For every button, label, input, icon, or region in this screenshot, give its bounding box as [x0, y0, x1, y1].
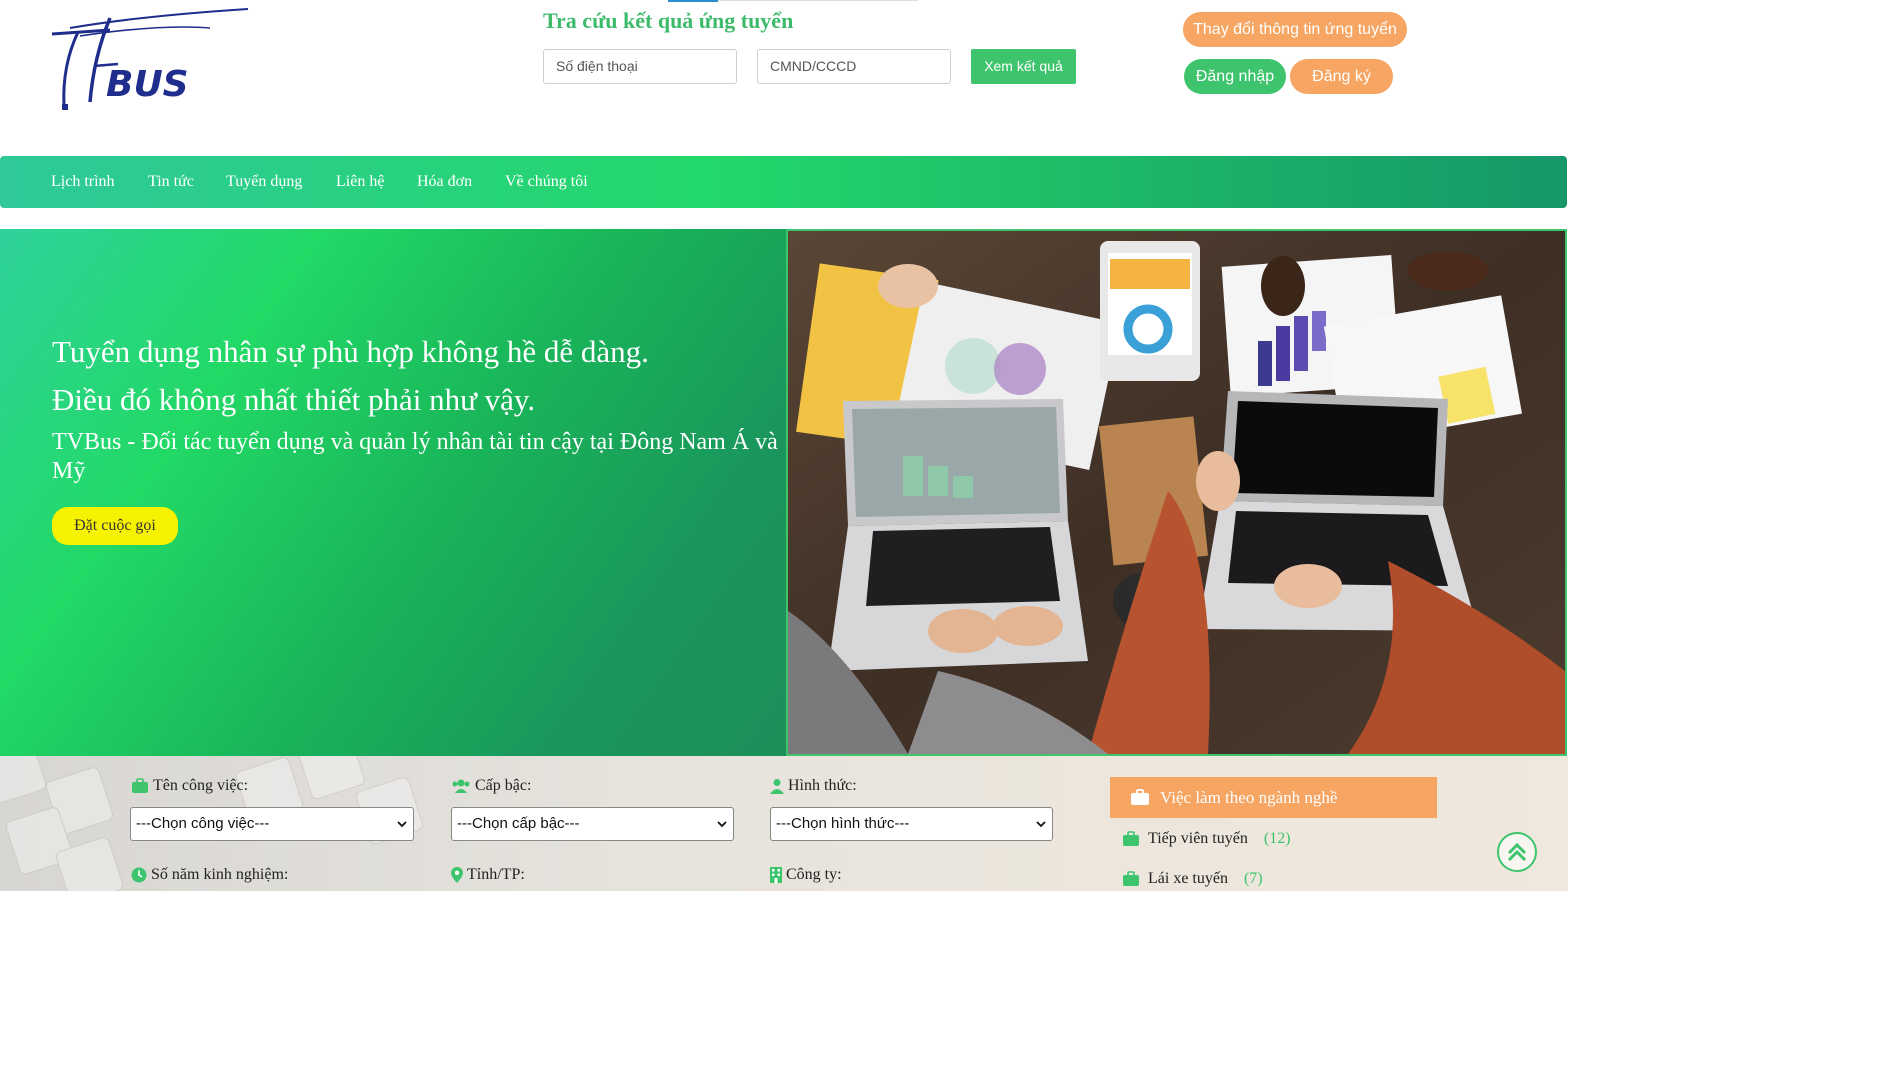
work-type-label: Hình thức: — [770, 777, 857, 795]
level-select[interactable]: ---Chọn cấp bậc--- — [451, 807, 734, 841]
category-count: (7) — [1243, 870, 1263, 887]
users-icon — [452, 779, 470, 793]
nav-item-schedule[interactable]: Lịch trình — [51, 156, 115, 208]
experience-label: Số năm kinh nghiệm: — [131, 866, 288, 884]
nav-item-invoice[interactable]: Hóa đơn — [417, 156, 472, 208]
nav-item-recruitment[interactable]: Tuyển dụng — [226, 156, 302, 208]
chevron-down-icon — [717, 821, 727, 828]
register-button[interactable]: Đăng ký — [1290, 59, 1393, 94]
hero-banner — [0, 229, 786, 756]
work-type-label-text: Hình thức: — [788, 777, 857, 794]
user-icon — [770, 779, 784, 794]
nav-item-news[interactable]: Tin tức — [148, 156, 194, 208]
phone-input[interactable]: Số điện thoại — [543, 49, 737, 84]
experience-label-text: Số năm kinh nghiệm: — [151, 866, 289, 883]
province-label-text: Tỉnh/TP: — [467, 866, 525, 883]
category-label: Lái xe tuyến — [1148, 870, 1228, 887]
briefcase-icon — [1123, 871, 1139, 886]
hero-subtitle: TVBus - Đối tác tuyển dụng và quản lý nh… — [52, 429, 778, 484]
id-number-input[interactable]: CMND/CCCD — [757, 49, 951, 84]
clock-icon — [131, 867, 147, 883]
job-title-select[interactable]: ---Chọn công việc--- — [130, 807, 414, 841]
hero-headline-1: Tuyển dụng nhân sự phù hợp không hề dễ d… — [52, 334, 649, 369]
nav-item-contact[interactable]: Liên hệ — [336, 156, 384, 208]
map-marker-icon — [451, 867, 463, 883]
hero-headline-2: Điều đó không nhất thiết phải như vậy. — [52, 382, 536, 417]
logo-text: BUS — [106, 64, 189, 105]
level-label-text: Cấp bậc: — [475, 777, 532, 794]
company-label: Công ty: — [770, 866, 842, 884]
company-label-text: Công ty: — [786, 866, 842, 883]
view-result-button[interactable]: Xem kết quả — [971, 49, 1076, 84]
scroll-to-top-button[interactable] — [1497, 832, 1537, 872]
category-label: Tiếp viên tuyến — [1148, 830, 1248, 847]
jobs-by-category-header: Việc làm theo ngành nghề — [1110, 777, 1437, 818]
category-item-driver[interactable]: Lái xe tuyến (7) — [1122, 870, 1263, 888]
lookup-title: Tra cứu kết quả ứng tuyển — [543, 8, 794, 33]
briefcase-icon — [1123, 831, 1139, 846]
login-button[interactable]: Đăng nhập — [1184, 59, 1286, 94]
work-type-select[interactable]: ---Chọn hình thức--- — [770, 807, 1053, 841]
main-navbar: Lịch trình Tin tức Tuyển dụng Liên hệ Hó… — [0, 156, 1567, 208]
job-title-label-text: Tên công việc: — [153, 777, 249, 794]
category-count: (12) — [1263, 830, 1291, 847]
building-icon — [770, 867, 782, 883]
book-call-button[interactable]: Đặt cuộc gọi — [52, 507, 178, 545]
progress-accent — [668, 0, 718, 2]
jobs-by-category-title: Việc làm theo ngành nghề — [1160, 788, 1338, 807]
nav-item-about[interactable]: Về chúng tôi — [505, 156, 588, 208]
job-title-label: Tên công việc: — [131, 777, 248, 795]
level-select-value: ---Chọn cấp bậc--- — [457, 815, 580, 832]
tvbus-logo[interactable]: BUS — [50, 6, 255, 114]
double-chevron-up-icon — [1507, 842, 1527, 862]
progress-track — [718, 0, 918, 1]
briefcase-icon — [132, 778, 148, 793]
change-application-info-button[interactable]: Thay đổi thông tin ứng tuyển — [1183, 12, 1407, 47]
chevron-down-icon — [1036, 821, 1046, 828]
level-label: Cấp bậc: — [451, 777, 531, 795]
briefcase-icon — [1131, 789, 1149, 805]
chevron-down-icon — [397, 821, 407, 828]
hero-teamwork-photo — [786, 229, 1567, 756]
job-title-select-value: ---Chọn công việc--- — [136, 815, 270, 832]
province-label: Tỉnh/TP: — [451, 866, 525, 884]
category-item-attendant[interactable]: Tiếp viên tuyến (12) — [1122, 830, 1291, 848]
work-type-select-value: ---Chọn hình thức--- — [776, 815, 910, 832]
